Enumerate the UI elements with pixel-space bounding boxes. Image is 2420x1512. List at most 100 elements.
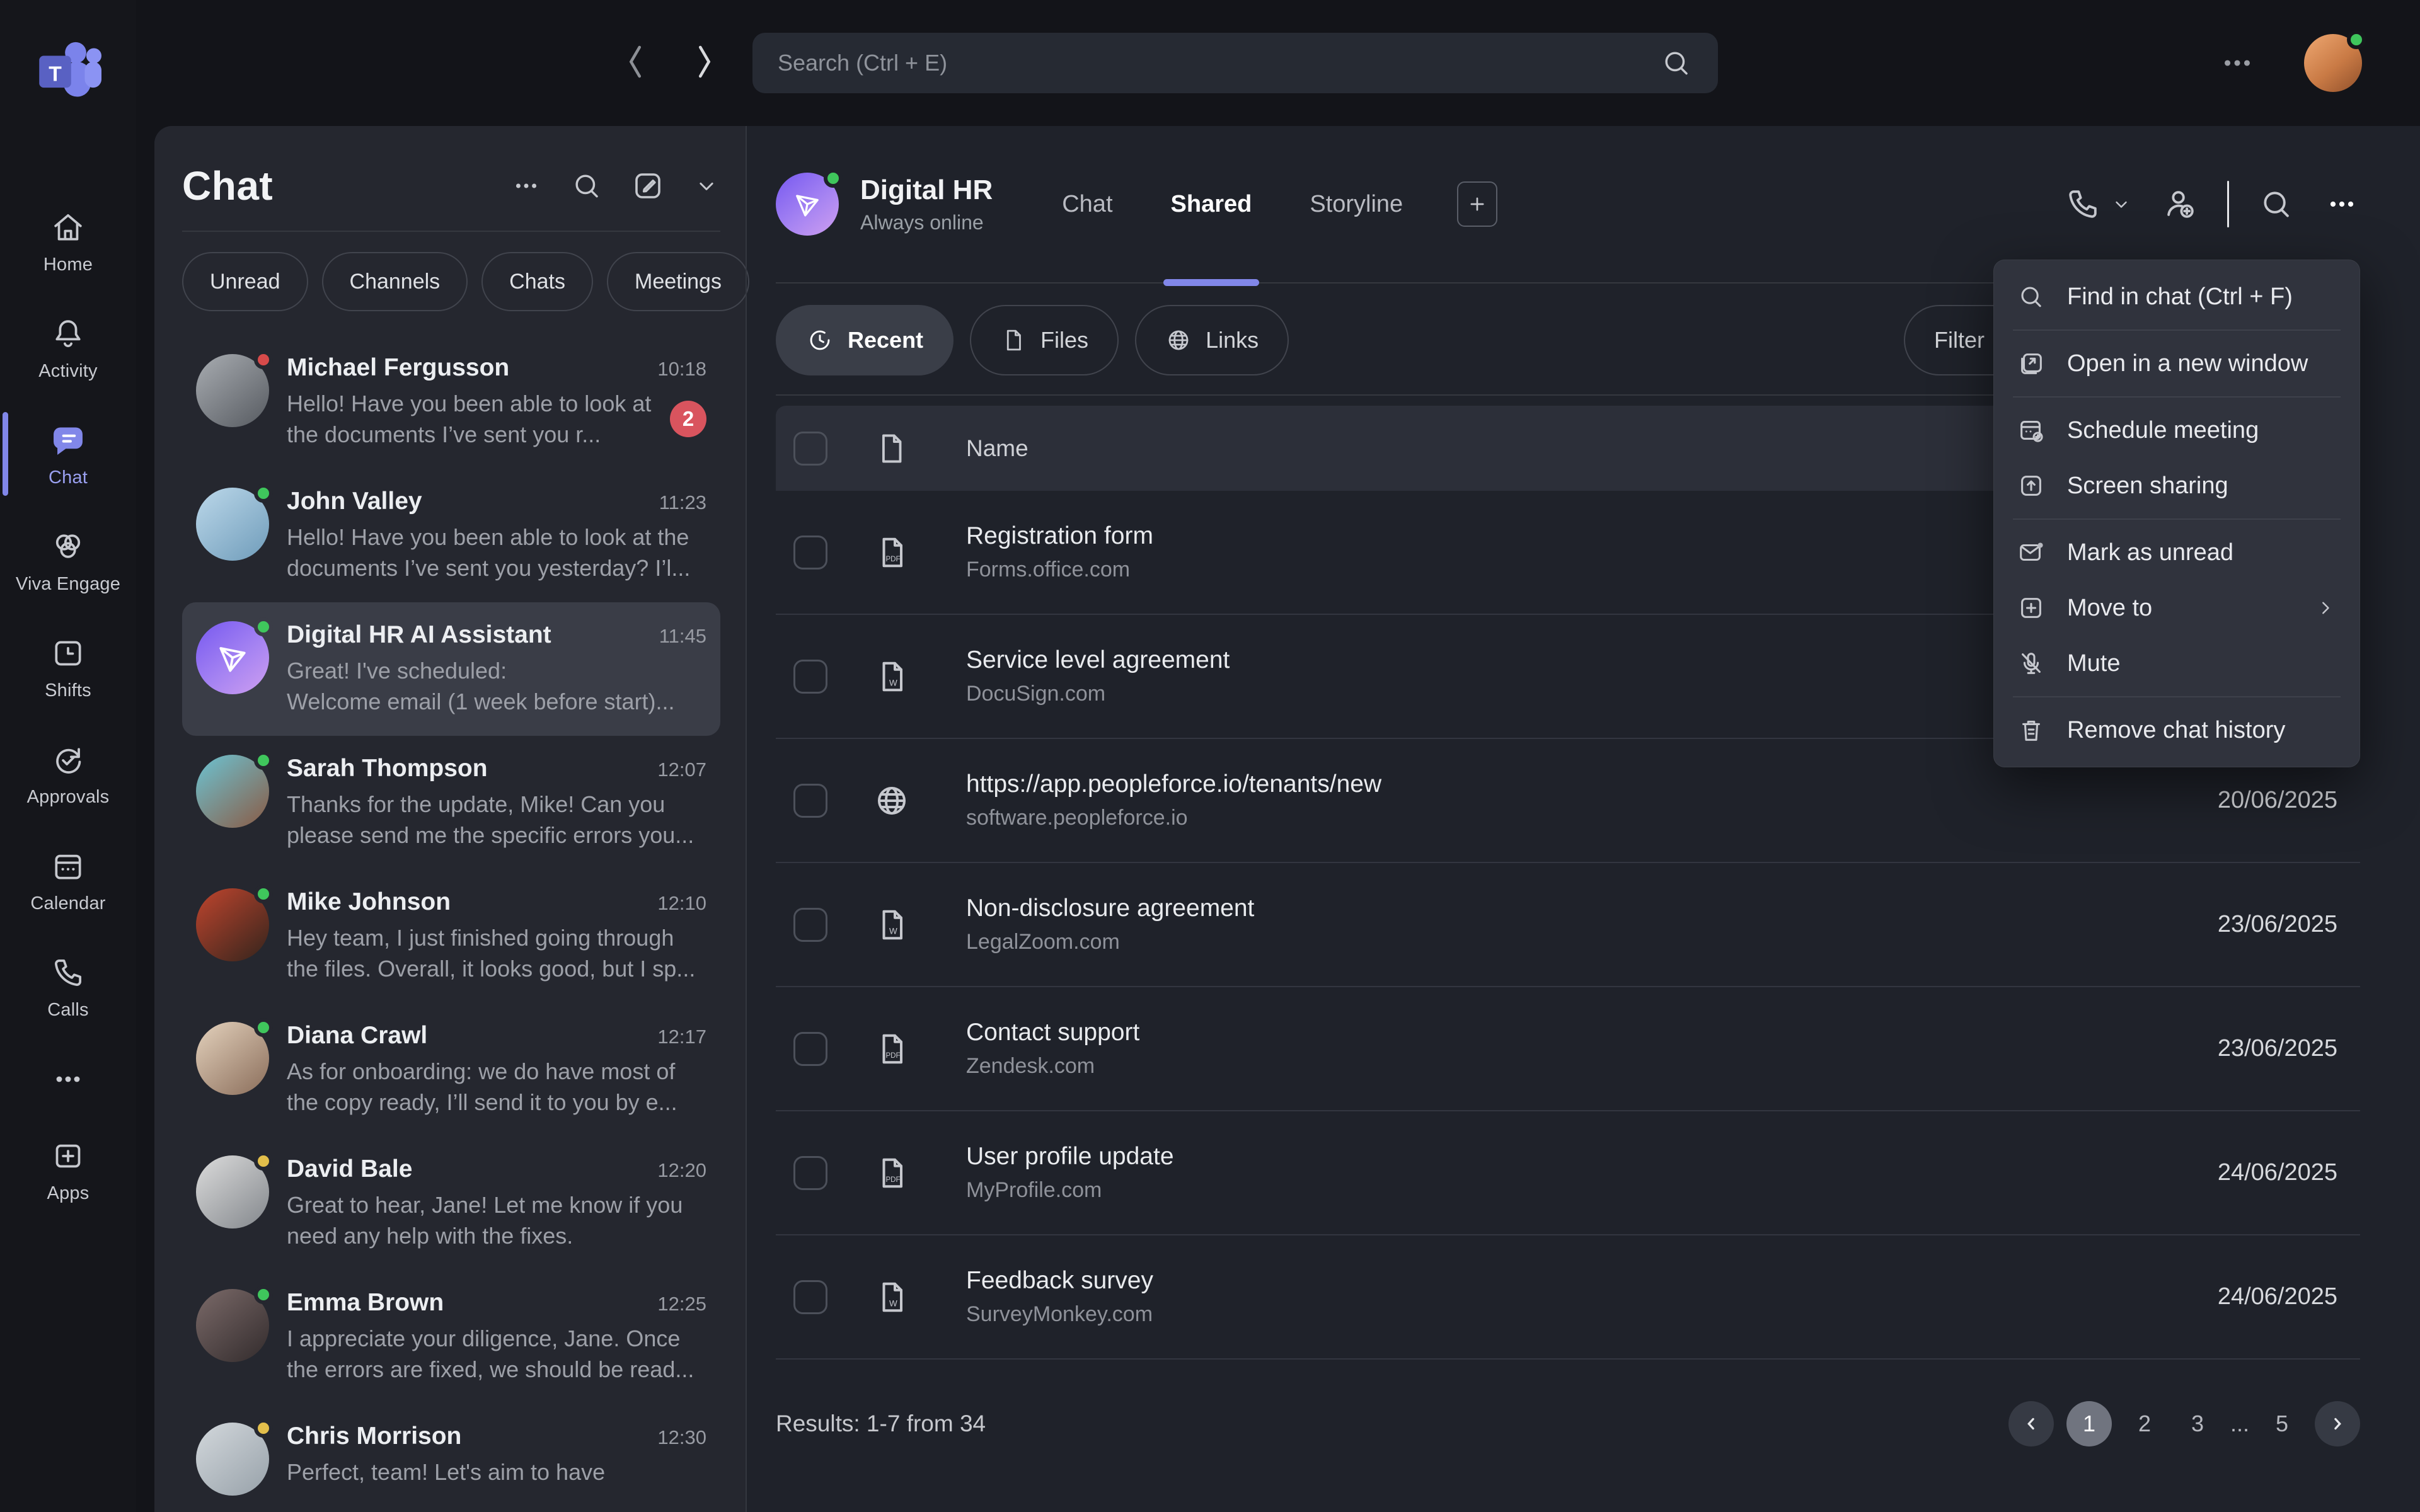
svg-text:PDF: PDF [886, 556, 901, 563]
sidebar-item-shifts[interactable]: Shifts [0, 614, 136, 720]
menu-divider [2013, 396, 2341, 398]
topbar-more-button[interactable] [2217, 43, 2257, 83]
files-filter-button[interactable]: Files [970, 305, 1119, 375]
table-row[interactable]: PDF Contact support Zendesk.com 23/06/20… [776, 987, 2360, 1111]
row-checkbox[interactable] [793, 1156, 827, 1190]
sidebar-item-activity[interactable]: Activity [0, 294, 136, 401]
file-name[interactable]: Contact support [966, 1019, 2129, 1046]
menu-item-mark-as-unread[interactable]: Mark as unread [1994, 525, 2360, 580]
svg-text:PDF: PDF [886, 1176, 901, 1184]
chat-list-item[interactable]: Emma Brown12:25 I appreciate your dilige… [182, 1270, 720, 1404]
row-checkbox[interactable] [793, 908, 827, 942]
row-checkbox[interactable] [793, 784, 827, 818]
presence-online-dot [254, 617, 273, 636]
sidebar-item-approvals[interactable]: Approvals [0, 720, 136, 827]
pagination: 1 2 3 ... 5 [2008, 1401, 2360, 1446]
file-name[interactable]: Registration form [966, 522, 2129, 550]
chat-list-item[interactable]: John Valley11:23 Hello! Have you been ab… [182, 469, 720, 602]
chat-list-item[interactable]: Sarah Thompson12:07 Thanks for the updat… [182, 736, 720, 869]
filter-pill-unread[interactable]: Unread [182, 252, 308, 311]
tab-shared[interactable]: Shared [1171, 126, 1252, 282]
page-button-2[interactable]: 2 [2124, 1411, 2165, 1437]
menu-item-move-to[interactable]: Move to [1994, 580, 2360, 636]
menu-item-mute[interactable]: Mute [1994, 636, 2360, 691]
global-search-bar[interactable] [752, 33, 1718, 93]
menu-item-screen-sharing[interactable]: Screen sharing [1994, 458, 2360, 513]
row-checkbox[interactable] [793, 1032, 827, 1066]
file-name[interactable]: Non-disclosure agreement [966, 895, 2129, 922]
find-in-chat-icon[interactable] [2258, 186, 2295, 222]
prev-page-button[interactable] [2008, 1401, 2054, 1446]
sidebar-item-chat[interactable]: Chat [0, 401, 136, 507]
chevron-down-icon[interactable] [693, 172, 720, 200]
menu-item-find-in-chat[interactable]: Find in chat (Ctrl + F) [1994, 269, 2360, 324]
chat-list-item[interactable]: Chris Morrison12:30 Perfect, team! Let's… [182, 1404, 720, 1512]
add-people-button[interactable] [2162, 186, 2198, 222]
menu-item-remove-chat-history[interactable]: Remove chat history [1994, 702, 2360, 758]
open-new-window-icon [2017, 349, 2046, 378]
user-avatar[interactable] [2304, 34, 2362, 92]
file-name[interactable]: Feedback survey [966, 1267, 2129, 1295]
next-page-button[interactable] [2315, 1401, 2360, 1446]
recent-filter-button[interactable]: Recent [776, 305, 954, 375]
row-checkbox[interactable] [793, 536, 827, 570]
table-row[interactable]: W Non-disclosure agreement LegalZoom.com… [776, 863, 2360, 987]
teams-logo-icon: T [30, 39, 106, 106]
file-name[interactable]: Service level agreement [966, 646, 2129, 674]
chat-filter-more-button[interactable] [510, 169, 543, 202]
filter-pill-channels[interactable]: Channels [322, 252, 468, 311]
row-checkbox[interactable] [793, 660, 827, 694]
chat-list-item-selected[interactable]: Digital HR AI Assistant11:45 Great! I've… [182, 602, 720, 736]
link-name[interactable]: https://app.peopleforce.io/tenants/new [966, 770, 2129, 798]
new-chat-compose-button[interactable] [631, 169, 665, 203]
chevron-down-icon [2110, 193, 2133, 215]
file-source: MyProfile.com [966, 1178, 2129, 1203]
nav-back-button[interactable] [621, 37, 650, 87]
chat-bubble-icon [50, 422, 86, 459]
menu-item-open-new-window[interactable]: Open in a new window [1994, 336, 2360, 391]
table-row[interactable]: W Feedback survey SurveyMonkey.com 24/06… [776, 1235, 2360, 1360]
row-checkbox[interactable] [793, 1280, 827, 1314]
search-input[interactable] [778, 50, 1660, 76]
avatar [196, 354, 269, 427]
filter-pill-meetings[interactable]: Meetings [607, 252, 749, 311]
call-button[interactable] [2065, 186, 2133, 222]
conversation-more-button[interactable] [2324, 186, 2360, 222]
nav-forward-button[interactable] [689, 37, 718, 87]
presence-online-dot [254, 1285, 273, 1304]
select-all-checkbox[interactable] [793, 432, 827, 466]
presence-away-dot [254, 1152, 273, 1171]
sidebar-item-calendar[interactable]: Calendar [0, 827, 136, 933]
chat-list-item[interactable]: David Bale12:20 Great to hear, Jane! Let… [182, 1137, 720, 1270]
tab-chat[interactable]: Chat [1062, 126, 1112, 282]
chat-list-item[interactable]: Diana Crawl12:17 As for onboarding: we d… [182, 1003, 720, 1137]
sidebar-item-home[interactable]: Home [0, 188, 136, 294]
chat-search-icon[interactable] [570, 169, 603, 202]
presence-online-dot [2347, 30, 2366, 49]
menu-item-schedule-meeting[interactable]: Schedule meeting [1994, 403, 2360, 458]
chat-panel-title: Chat [182, 163, 510, 209]
page-button-3[interactable]: 3 [2177, 1411, 2218, 1437]
word-file-icon: W [873, 658, 912, 696]
file-source: DocuSign.com [966, 682, 2129, 706]
chat-list-item[interactable]: Michael Fergusson10:18 Hello! Have you b… [182, 335, 720, 469]
chat-list-item[interactable]: Mike Johnson12:10 Hey team, I just finis… [182, 869, 720, 1003]
sidebar-item-apps[interactable]: Apps [0, 1116, 136, 1223]
file-name[interactable]: User profile update [966, 1143, 2129, 1171]
tab-storyline[interactable]: Storyline [1310, 126, 1403, 282]
avatar [196, 1155, 269, 1228]
sidebar-item-viva-engage[interactable]: Viva Engage [0, 507, 136, 614]
file-date: 23/06/2025 [2129, 911, 2337, 938]
links-filter-button[interactable]: Links [1135, 305, 1289, 375]
file-icon [873, 430, 912, 467]
table-row[interactable]: PDF User profile update MyProfile.com 24… [776, 1111, 2360, 1235]
page-button-1[interactable]: 1 [2066, 1401, 2112, 1446]
filter-pill-chats[interactable]: Chats [481, 252, 593, 311]
page-button-5[interactable]: 5 [2262, 1411, 2302, 1437]
digital-hr-bot-avatar[interactable] [776, 173, 839, 236]
sidebar-more-button[interactable] [0, 1040, 136, 1116]
presence-online-dot [254, 751, 273, 770]
add-tab-button[interactable] [1457, 181, 1497, 227]
sidebar-item-calls[interactable]: Calls [0, 933, 136, 1040]
link-source: software.peopleforce.io [966, 806, 2129, 830]
